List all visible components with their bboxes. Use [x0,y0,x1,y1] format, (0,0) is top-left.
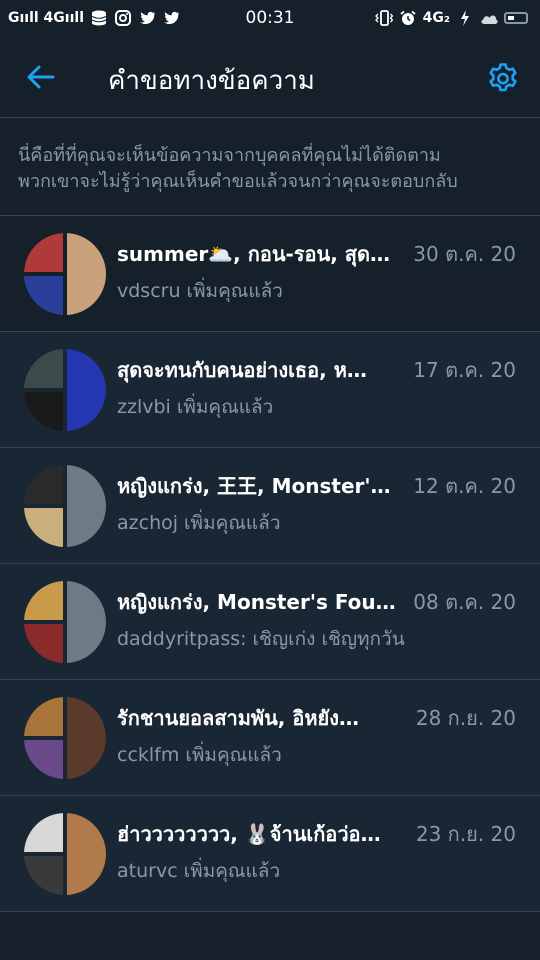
message-request-row[interactable]: สุดจะทนกับคนอย่างเธอ, ห… 17 ต.ค. 20 zzlv… [0,332,540,448]
group-avatar [24,581,106,663]
avatar-quadrant [24,813,63,852]
info-line-1: นี่คือที่ที่คุณจะเห็นข้อความจากบุคคลที่ค… [18,145,441,166]
info-line-2: พวกเขาจะไม่รู้ว่าคุณเห็นคำขอแล้วจนกว่าคุ… [18,171,458,192]
conversation-date: 30 ต.ค. 20 [413,242,516,266]
conversation-date: 17 ต.ค. 20 [413,358,516,382]
message-request-row[interactable]: หญิงแกร่ง, Monster's Fou… 08 ต.ค. 20 dad… [0,564,540,680]
conversation-title: หญิงแกร่ง, Monster's Fou… [117,590,396,614]
network-indicator: 4G₂ [422,10,450,26]
conversation-preview: zzlvbi เพิ่มคุณแล้ว [117,396,274,418]
avatar-quadrant [24,581,63,620]
status-left: Gııll 4Gııll [8,10,180,26]
conversation-preview: ccklfm เพิ่มคุณแล้ว [117,744,282,766]
conversation-preview: azchoj เพิ่มคุณแล้ว [117,512,281,534]
conversation-title: ฮ่าวววววววว, 🐰จ้านเก้อว่อ… [117,822,381,846]
lightning-icon [456,10,474,26]
battery-icon [504,12,528,24]
conversation-title: summer🌥️, กอน-รอน, สุด… [117,242,390,266]
avatar-quadrant [24,392,63,431]
avatar-quadrant [24,349,63,388]
twitter-icon [162,10,180,26]
message-request-row[interactable]: ฮ่าวววววววว, 🐰จ้านเก้อว่อ… 23 ก.ย. 20 at… [0,796,540,912]
vibrate-icon [374,10,393,26]
avatar-quadrant [24,508,63,547]
avatar-quadrant [67,349,106,431]
twitter-icon [138,10,156,26]
avatar-quadrant [24,233,63,272]
top-app-bar: คำขอทางข้อความ [0,36,540,118]
empty-area [0,912,540,960]
avatar-quadrant [24,697,63,736]
conversation-date: 23 ก.ย. 20 [415,822,516,846]
conversation-preview: vdscru เพิ่มคุณแล้ว [117,280,283,302]
back-button[interactable] [26,64,56,90]
message-request-row[interactable]: summer🌥️, กอน-รอน, สุด… 30 ต.ค. 20 vdscr… [0,216,540,332]
avatar-quadrant [24,740,63,779]
conversation-title: รักชานยอลสามพัน, อิหยัง… [117,706,360,730]
avatar-quadrant [67,813,106,895]
conversation-preview: aturvc เพิ่มคุณแล้ว [117,860,281,882]
message-requests-list: summer🌥️, กอน-รอน, สุด… 30 ต.ค. 20 vdscr… [0,216,540,912]
conversation-title: หญิงแกร่ง, 王王, Monster'… [117,474,391,498]
avatar-quadrant [24,276,63,315]
status-right: 4G₂ [374,10,528,26]
group-avatar [24,233,106,315]
conversation-date: 12 ต.ค. 20 [413,474,516,498]
conversation-title: สุดจะทนกับคนอย่างเธอ, ห… [117,358,367,382]
gear-icon [489,63,517,92]
conversation-preview: daddyritpass: เชิญเก่ง เชิญทุกวัน [117,628,405,650]
conversation-date: 28 ก.ย. 20 [415,706,516,730]
avatar-quadrant [24,465,63,504]
signal-indicator: Gııll 4Gııll [8,10,84,26]
group-avatar [24,349,106,431]
group-avatar [24,813,106,895]
avatar-quadrant [67,233,106,315]
status-bar: Gııll 4Gııll 00:31 4G₂ [0,0,540,36]
group-avatar [24,697,106,779]
avatar-quadrant [67,581,106,663]
conversation-date: 08 ต.ค. 20 [413,590,516,614]
requests-info: นี่คือที่ที่คุณจะเห็นข้อความจากบุคคลที่ค… [0,119,540,216]
avatar-quadrant [24,856,63,895]
cloud-icon [480,10,498,26]
message-request-row[interactable]: หญิงแกร่ง, 王王, Monster'… 12 ต.ค. 20 azch… [0,448,540,564]
page-title: คำขอทางข้อความ [108,66,315,96]
settings-button[interactable] [486,62,520,96]
instagram-icon [114,10,132,26]
group-avatar [24,465,106,547]
database-icon [90,10,108,26]
arrow-left-icon [27,65,55,89]
avatar-quadrant [67,697,106,779]
message-request-row[interactable]: รักชานยอลสามพัน, อิหยัง… 28 ก.ย. 20 cckl… [0,680,540,796]
alarm-icon [399,10,417,26]
avatar-quadrant [67,465,106,547]
avatar-quadrant [24,624,63,663]
